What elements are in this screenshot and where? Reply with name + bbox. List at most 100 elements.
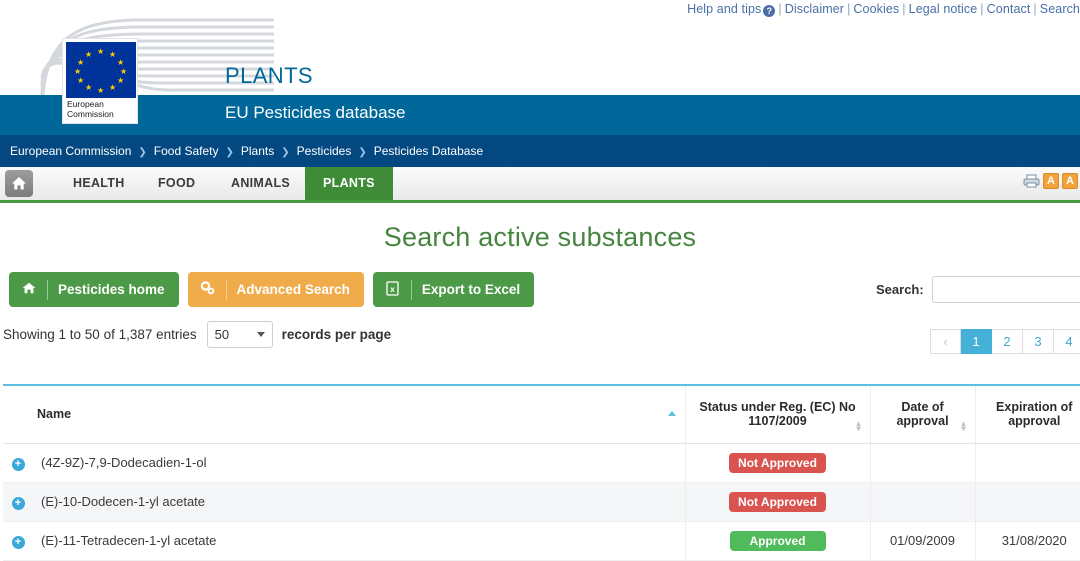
pagination-page-2[interactable]: 2 (992, 329, 1023, 354)
breadcrumb-item-plants[interactable]: Plants (241, 144, 274, 158)
advanced-search-button-label: Advanced Search (236, 282, 350, 297)
question-mark-icon[interactable]: ? (763, 5, 776, 17)
records-per-page-label: records per page (281, 327, 392, 342)
status-badge: Approved (729, 530, 826, 551)
site-subtitle: EU Pesticides database (225, 103, 406, 122)
chevron-right-icon: ❯ (281, 147, 290, 158)
home-icon (20, 282, 38, 297)
status-badge: Not Approved (729, 452, 826, 473)
expand-row-cell[interactable]: + (3, 482, 33, 522)
records-per-page-value: 50 (214, 327, 230, 342)
cell-expiration-of-approval: 31/08/2020 (975, 521, 1080, 561)
records-per-page-select[interactable]: 50 (206, 321, 273, 348)
column-header-date-of-approval-label: Date of approval (896, 400, 949, 429)
page-title: Search active substances (383, 222, 697, 252)
pagination-page-3[interactable]: 3 (1023, 329, 1054, 354)
breadcrumb-item-food-safety[interactable]: Food Safety (154, 144, 219, 158)
link-help-and-tips[interactable]: Help and tips (687, 2, 761, 16)
table-row[interactable]: + (E)-10-Dodecen-1-yl acetate Not Approv… (3, 482, 1080, 522)
cell-expiration-of-approval (975, 482, 1080, 522)
home-icon[interactable] (5, 170, 33, 197)
link-search[interactable]: Search (1040, 2, 1080, 16)
table-row[interactable]: + (E)-11-Tetradecen-1-yl acetate Approve… (3, 521, 1080, 561)
nav-item-plants[interactable]: PLANTS (305, 167, 393, 200)
cell-date-of-approval (870, 482, 976, 522)
sort-both-icon: ▴▾ (961, 418, 966, 433)
plus-circle-icon[interactable]: + (11, 496, 25, 510)
link-legal-notice[interactable]: Legal notice (909, 2, 978, 16)
masthead: ★ ★ ★ ★ ★ ★ ★ ★ ★ ★ ★ ★ European Commiss… (0, 0, 1080, 135)
breadcrumb-item-pesticides-database[interactable]: Pesticides Database (374, 144, 483, 158)
nav-item-health[interactable]: HEALTH (55, 167, 143, 200)
nav-item-animals[interactable]: ANIMALS (213, 167, 308, 200)
cell-status: Approved (685, 521, 871, 561)
ec-logo-text-line2: Commission (67, 109, 114, 119)
table-header-row: Name Status under Reg. (EC) No 1107/2009… (3, 384, 1080, 444)
search-row: Search: (876, 276, 1080, 303)
utility-links: Help and tips? | Disclaimer | Cookies | Legal … (687, 2, 1080, 17)
pesticides-home-button[interactable]: Pesticides home (9, 272, 179, 307)
column-header-status-label: Status under Reg. (EC) No 1107/2009 (699, 400, 856, 429)
table-body: + (4Z-9Z)-7,9-Dodecadien-1-ol Not Approv… (3, 443, 1080, 561)
export-to-excel-button[interactable]: x Export to Excel (372, 272, 535, 307)
export-to-excel-button-label: Export to Excel (421, 282, 521, 297)
pesticides-home-button-label: Pesticides home (58, 282, 165, 297)
plus-circle-icon[interactable]: + (11, 535, 25, 549)
excel-file-icon: x (384, 280, 402, 299)
ec-logo-text: European Commission (67, 99, 135, 119)
column-header-name-label: Name (37, 407, 72, 422)
plus-circle-icon[interactable]: + (11, 457, 25, 471)
eu-flag-icon: ★ ★ ★ ★ ★ ★ ★ ★ ★ ★ ★ ★ (66, 42, 136, 98)
eu-commission-logo[interactable]: ★ ★ ★ ★ ★ ★ ★ ★ ★ ★ ★ ★ European Commiss… (62, 38, 138, 124)
pagination: ‹ 1 2 3 4 (930, 329, 1080, 354)
table-head: Name Status under Reg. (EC) No 1107/2009… (3, 384, 1080, 444)
action-button-row: Pesticides home Advanced Search x Export… (9, 272, 535, 307)
cell-name: (E)-10-Dodecen-1-yl acetate (33, 482, 686, 522)
cell-name: (E)-11-Tetradecen-1-yl acetate (33, 521, 686, 561)
breadcrumb-item-pesticides[interactable]: Pesticides (297, 144, 352, 158)
cell-status: Not Approved (685, 482, 871, 522)
masthead-blue-band (0, 95, 1080, 135)
results-table-wrapper: Name Status under Reg. (EC) No 1107/2009… (3, 384, 1080, 561)
sort-both-icon: ▴▾ (856, 418, 861, 433)
search-label: Search: (876, 282, 924, 297)
status-badge: Not Approved (729, 491, 826, 512)
cell-date-of-approval: 01/09/2009 (870, 521, 976, 561)
search-input[interactable] (931, 276, 1080, 303)
svg-text:x: x (391, 285, 396, 294)
cell-expiration-of-approval (975, 443, 1080, 483)
font-decrease-icon[interactable]: A (1043, 173, 1059, 189)
link-disclaimer[interactable]: Disclaimer (785, 2, 844, 16)
breadcrumb-item-european-commission[interactable]: European Commission (10, 144, 131, 158)
cell-date-of-approval (870, 443, 976, 483)
showing-entries-text: Showing 1 to 50 of 1,387 entries (3, 327, 197, 342)
nav-item-food[interactable]: FOOD (140, 167, 213, 200)
pagination-page-4[interactable]: 4 (1054, 329, 1080, 354)
printer-icon[interactable] (1023, 174, 1040, 188)
active-substances-table: Name Status under Reg. (EC) No 1107/2009… (3, 384, 1080, 561)
column-header-name[interactable]: Name (3, 384, 686, 444)
pagination-prev[interactable]: ‹ (930, 329, 961, 354)
column-header-date-of-approval[interactable]: Date of approval ▴ ▾ (870, 384, 976, 444)
gears-icon (199, 281, 217, 298)
table-row[interactable]: + (4Z-9Z)-7,9-Dodecadien-1-ol Not Approv… (3, 443, 1080, 483)
link-cookies[interactable]: Cookies (853, 2, 899, 16)
cell-name: (4Z-9Z)-7,9-Dodecadien-1-ol (33, 443, 686, 483)
column-header-expiration-of-approval[interactable]: Expiration of approval ▴▾ (975, 384, 1080, 444)
nav-icon-group: A A (1023, 173, 1078, 189)
ec-logo-text-line1: European (67, 99, 104, 109)
main-navigation: HEALTH FOOD ANIMALS PLANTS A A (0, 167, 1080, 203)
cell-status: Not Approved (685, 443, 871, 483)
link-contact[interactable]: Contact (987, 2, 1031, 16)
chevron-right-icon: ❯ (225, 147, 234, 158)
site-name: PLANTS (225, 63, 313, 88)
pagination-page-1[interactable]: 1 (961, 329, 992, 354)
chevron-right-icon: ❯ (358, 147, 367, 158)
expand-row-cell[interactable]: + (3, 443, 33, 483)
breadcrumb: European Commission ❯ Food Safety ❯ Plants ❯ P… (0, 135, 1080, 167)
expand-row-cell[interactable]: + (3, 521, 33, 561)
advanced-search-button[interactable]: Advanced Search (187, 272, 364, 307)
column-header-status[interactable]: Status under Reg. (EC) No 1107/2009 ▴ ▾ (685, 384, 871, 444)
showing-entries-row: Showing 1 to 50 of 1,387 entries 50 reco… (3, 321, 391, 348)
font-increase-icon[interactable]: A (1062, 173, 1078, 189)
